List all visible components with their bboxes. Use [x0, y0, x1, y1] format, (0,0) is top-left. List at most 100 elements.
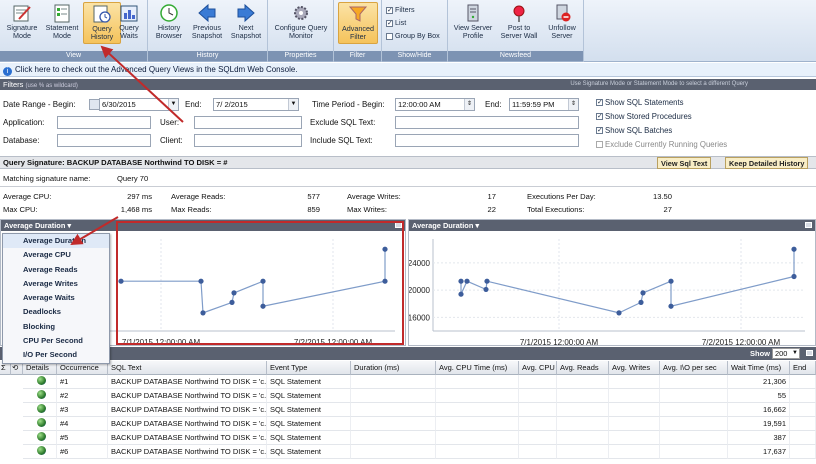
- chart-menu-item[interactable]: CPU Per Second: [3, 334, 109, 348]
- spinner-icon[interactable]: ⇕: [464, 99, 474, 110]
- user-input[interactable]: [194, 116, 302, 129]
- chart-menu-item[interactable]: Deadlocks: [3, 305, 109, 319]
- executions-per-day-value: 13.50: [652, 192, 672, 201]
- details-cell[interactable]: [23, 431, 57, 445]
- chart-panel-right: Average Duration ▾ 24000 20000 16000 7/1/20…: [408, 219, 816, 346]
- column-header[interactable]: Avg. Writes: [609, 361, 660, 375]
- application-input[interactable]: [57, 116, 151, 129]
- empty-cell: [519, 389, 557, 403]
- column-header[interactable]: End: [790, 361, 816, 375]
- chart-left-title: Average Duration: [4, 221, 66, 230]
- client-input[interactable]: [194, 134, 302, 147]
- event-type-cell: SQL Statement: [267, 417, 351, 431]
- filters-checkbox[interactable]: ✓ Filters: [386, 5, 415, 14]
- details-cell[interactable]: [23, 403, 57, 417]
- details-cell[interactable]: [23, 389, 57, 403]
- previous-snapshot-button[interactable]: Previous Snapshot: [188, 2, 226, 44]
- option-check-box: ✓: [596, 113, 603, 121]
- show-count-select[interactable]: 200 ▼: [772, 348, 800, 359]
- details-cell[interactable]: [23, 445, 57, 459]
- maximize-icon[interactable]: [805, 222, 812, 228]
- web-console-info-link[interactable]: i Click here to check out the Advanced Qu…: [0, 63, 816, 77]
- chart-menu-item[interactable]: Blocking: [3, 320, 109, 334]
- option-label: Exclude Currently Running Queries: [605, 140, 728, 149]
- chart-menu-item[interactable]: Average Waits: [3, 291, 109, 305]
- time-period-begin-field[interactable]: 12:00:00 AM ⇕: [395, 98, 475, 111]
- exclude-sql-text-input[interactable]: [395, 116, 579, 129]
- exclude-running-queries-checkbox[interactable]: Exclude Currently Running Queries: [596, 140, 727, 149]
- total-executions-value: 27: [663, 205, 672, 214]
- column-header[interactable]: Wait Time (ms): [728, 361, 790, 375]
- post-to-server-wall-button[interactable]: Post to Server Wall: [498, 2, 540, 44]
- chevron-down-icon: ▼: [792, 350, 798, 356]
- end-date-picker[interactable]: 7/ 2/2015 ▼: [213, 98, 299, 111]
- sql-text-cell: BACKUP DATABASE Northwind TO DISK = 'c..…: [108, 417, 267, 431]
- query-waits-button[interactable]: Query Waits: [112, 2, 146, 44]
- statement-mode-button[interactable]: Statement Mode: [43, 2, 81, 44]
- column-header[interactable]: SQL Text: [108, 361, 267, 375]
- history-browser-icon: [160, 4, 178, 22]
- end-cell: [790, 403, 816, 417]
- history-browser-button[interactable]: History Browser: [150, 2, 188, 44]
- average-cpu-label: Average CPU:: [3, 192, 52, 201]
- chart-menu-item[interactable]: I/O Per Second: [3, 348, 109, 362]
- column-header[interactable]: Event Type: [267, 361, 351, 375]
- chevron-down-icon[interactable]: ▼: [168, 99, 178, 110]
- signature-mode-button[interactable]: Signature Mode: [3, 2, 41, 44]
- group-by-box-checkbox[interactable]: Group By Box: [386, 31, 440, 40]
- spinner-icon[interactable]: ⇕: [568, 99, 578, 110]
- event-type-cell: SQL Statement: [267, 403, 351, 417]
- chart-right-header[interactable]: Average Duration ▾: [409, 220, 815, 231]
- column-header[interactable]: Avg. I\O per sec: [660, 361, 728, 375]
- ribbon-group-history: History Browser Previous Snapshot Next S…: [148, 0, 268, 62]
- column-header[interactable]: Avg. CPU per sec: [519, 361, 557, 375]
- option-label: Show Stored Procedures: [605, 112, 692, 121]
- empty-cell: [351, 431, 436, 445]
- database-input[interactable]: [57, 134, 151, 147]
- end-cell: [790, 445, 816, 459]
- column-header[interactable]: Duration (ms): [351, 361, 436, 375]
- chevron-down-icon[interactable]: ▼: [288, 99, 298, 110]
- view-sql-text-button[interactable]: View Sql Text: [657, 157, 712, 169]
- details-cell[interactable]: [23, 417, 57, 431]
- advanced-filter-button[interactable]: Advanced Filter: [338, 2, 378, 44]
- chart-type-menu: Average Duration Average CPU Average Reads…: [2, 233, 110, 364]
- statement-mode-label: Statement Mode: [45, 23, 79, 40]
- show-count-value: 200: [775, 349, 788, 358]
- configure-query-monitor-button[interactable]: Configure Query Monitor: [272, 2, 330, 44]
- advanced-filter-label: Advanced Filter: [342, 24, 374, 41]
- show-stored-procedures-checkbox[interactable]: ✓ Show Stored Procedures: [596, 112, 692, 121]
- show-sql-statements-checkbox[interactable]: ✓ Show SQL Statements: [596, 98, 684, 107]
- list-checkbox[interactable]: ✓ List: [386, 18, 406, 27]
- chart-menu-item[interactable]: Average Reads: [3, 263, 109, 277]
- end-date-label: End:: [185, 100, 202, 109]
- maximize-icon[interactable]: [806, 350, 813, 356]
- globe-icon[interactable]: [36, 446, 46, 455]
- date-range-begin-picker[interactable]: 6/30/2015 ▼: [99, 98, 179, 111]
- globe-icon[interactable]: [36, 404, 46, 413]
- column-header[interactable]: Avg. Reads: [557, 361, 609, 375]
- globe-icon[interactable]: [36, 376, 46, 385]
- globe-icon[interactable]: [36, 418, 46, 427]
- query-history-label: Query History: [90, 24, 114, 41]
- series-line: [460, 249, 795, 314]
- keep-detailed-history-button[interactable]: Keep Detailed History: [725, 157, 809, 169]
- globe-icon[interactable]: [36, 432, 46, 441]
- chart-menu-item[interactable]: Average CPU: [3, 248, 109, 262]
- sql-text-cell: BACKUP DATABASE Northwind TO DISK = 'c..…: [108, 375, 267, 389]
- column-header[interactable]: Avg. CPU Time (ms): [436, 361, 519, 375]
- matching-signature-value: Query 70: [117, 174, 149, 183]
- view-group-label: View: [0, 51, 147, 61]
- time-period-end-field[interactable]: 11:59:59 PM ⇕: [509, 98, 579, 111]
- chart-menu-item[interactable]: Average Duration: [3, 234, 109, 249]
- client-label: Client:: [160, 136, 183, 145]
- chart-menu-item[interactable]: Average Writes: [3, 277, 109, 291]
- globe-icon[interactable]: [36, 390, 46, 399]
- show-sql-batches-checkbox[interactable]: ✓ Show SQL Batches: [596, 126, 672, 135]
- view-server-profile-button[interactable]: View Server Profile: [452, 2, 494, 44]
- include-sql-text-input[interactable]: [395, 134, 579, 147]
- next-snapshot-button[interactable]: Next Snapshot: [227, 2, 265, 44]
- unfollow-server-button[interactable]: Unfollow Server: [542, 2, 582, 44]
- details-cell[interactable]: [23, 375, 57, 389]
- sql-text-cell: BACKUP DATABASE Northwind TO DISK = 'c..…: [108, 445, 267, 459]
